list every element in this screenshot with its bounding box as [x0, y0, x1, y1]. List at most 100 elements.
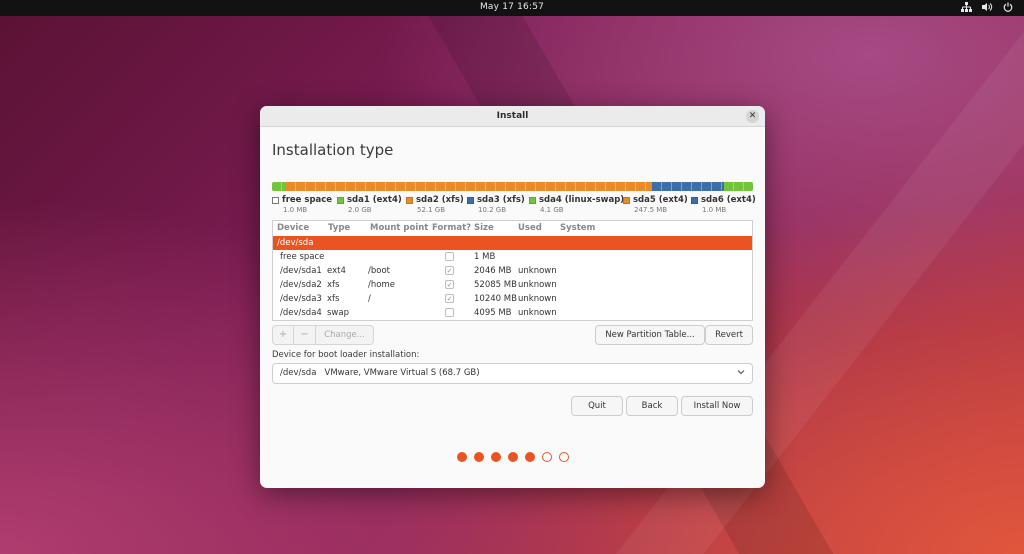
cell-device: /dev/sda1 [280, 266, 322, 276]
network-icon[interactable] [960, 2, 972, 13]
format-checkbox[interactable] [445, 252, 454, 261]
column-header-system[interactable]: System [560, 223, 595, 233]
format-checkbox[interactable]: ✓ [445, 266, 454, 275]
close-icon[interactable]: ✕ [746, 110, 759, 123]
progress-dot [491, 452, 501, 462]
power-icon[interactable] [1002, 2, 1014, 13]
installer-window: Install ✕ Installation type free space 1… [260, 106, 765, 488]
boot-loader-device-select[interactable]: /dev/sda VMware, VMware Virtual S (68.7 … [272, 363, 753, 384]
legend-item-free-space: free space 1.0 MB [272, 195, 333, 214]
cell-mount: /boot [368, 266, 390, 276]
legend-label: sda5 (ext4) [633, 195, 688, 205]
top-bar: May 17 16:57 [0, 0, 1024, 16]
legend-label: free space [282, 195, 333, 205]
progress-indicator [457, 452, 569, 462]
legend-size: 1.0 MB [283, 206, 308, 214]
cell-size: 1 MB [474, 252, 496, 262]
legend-item-sda3: sda3 (xfs) 10.2 GB [467, 195, 525, 214]
column-header-device[interactable]: Device [277, 223, 309, 233]
cell-mount: /home [368, 280, 395, 290]
table-header: Device Type Mount point Format? Size Use… [273, 221, 752, 235]
cell-size: 10240 MB [474, 294, 517, 304]
legend-swatch [467, 196, 474, 204]
table-row[interactable]: /dev/sda2 xfs /home ✓ 52085 MB unknown [273, 278, 752, 292]
chevron-down-icon [737, 364, 745, 383]
legend-swatch [337, 196, 344, 204]
cell-type: xfs [327, 294, 340, 304]
new-partition-table-button[interactable]: New Partition Table... [595, 325, 705, 345]
legend-label: sda6 (ext4) [701, 195, 756, 205]
format-checkbox[interactable]: ✓ [445, 294, 454, 303]
legend-swatch [529, 196, 536, 204]
legend-swatch [623, 196, 630, 204]
legend-label: sda4 (linux-swap) [539, 195, 625, 205]
cell-used: unknown [518, 266, 557, 276]
legend-size: 247.5 MB [634, 206, 668, 214]
legend-item-sda2: sda2 (xfs) 52.1 GB [406, 195, 464, 214]
legend-size: 2.0 GB [348, 206, 372, 214]
partition-segment-sda1 [272, 182, 287, 191]
cell-used: unknown [518, 308, 557, 318]
clock[interactable]: May 17 16:57 [0, 2, 1024, 12]
cell-device: free space [280, 252, 325, 262]
volume-icon[interactable] [981, 2, 993, 13]
format-checkbox[interactable] [445, 308, 454, 317]
legend-size: 10.2 GB [478, 206, 507, 214]
progress-dot [559, 452, 569, 462]
format-checkbox[interactable]: ✓ [445, 280, 454, 289]
cell-used: unknown [518, 280, 557, 290]
legend-label: sda3 (xfs) [477, 195, 525, 205]
table-row[interactable]: /dev/sda4 swap 4095 MB unknown [273, 306, 752, 320]
add-partition-button[interactable]: + [272, 325, 294, 345]
partition-table[interactable]: Device Type Mount point Format? Size Use… [272, 220, 753, 321]
legend-swatch [272, 196, 279, 204]
cell-used: unknown [518, 294, 557, 304]
legend-item-sda5: sda5 (ext4) 247.5 MB [623, 195, 688, 214]
partition-legend: free space 1.0 MB sda1 (ext4) 2.0 GB sda… [272, 195, 762, 217]
partition-segment-sda4 [724, 182, 753, 191]
cell-type: swap [327, 308, 349, 318]
legend-size: 52.1 GB [417, 206, 446, 214]
cell-device: /dev/sda [277, 238, 314, 248]
legend-item-sda6: sda6 (ext4) 1.0 MB [691, 195, 756, 214]
progress-dot [457, 452, 467, 462]
system-tray[interactable] [960, 2, 1014, 13]
revert-button[interactable]: Revert [705, 325, 753, 345]
column-header-type[interactable]: Type [328, 223, 350, 233]
legend-size: 4.1 GB [540, 206, 564, 214]
window-titlebar[interactable]: Install ✕ [260, 106, 765, 127]
table-row[interactable]: free space 1 MB [273, 250, 752, 264]
cell-device: /dev/sda2 [280, 280, 322, 290]
cell-type: xfs [327, 280, 340, 290]
progress-dot [525, 452, 535, 462]
legend-size: 1.0 MB [702, 206, 727, 214]
legend-item-sda1: sda1 (ext4) 2.0 GB [337, 195, 402, 214]
progress-dot [542, 452, 552, 462]
legend-swatch [406, 196, 413, 204]
cell-size: 2046 MB [474, 266, 512, 276]
partition-segment-sda2 [286, 182, 652, 191]
cell-size: 52085 MB [474, 280, 517, 290]
legend-label: sda1 (ext4) [347, 195, 402, 205]
quit-button[interactable]: Quit [571, 396, 623, 416]
legend-label: sda2 (xfs) [416, 195, 464, 205]
column-header-mount-point[interactable]: Mount point [370, 223, 428, 233]
back-button[interactable]: Back [626, 396, 678, 416]
boot-loader-label: Device for boot loader installation: [272, 350, 420, 360]
table-row[interactable]: /dev/sda3 xfs / ✓ 10240 MB unknown [273, 292, 752, 306]
column-header-format[interactable]: Format? [432, 223, 471, 233]
column-header-size[interactable]: Size [474, 223, 494, 233]
column-header-used[interactable]: Used [518, 223, 542, 233]
table-row[interactable]: /dev/sda1 ext4 /boot ✓ 2046 MB unknown [273, 264, 752, 278]
cell-device: /dev/sda3 [280, 294, 322, 304]
cell-mount: / [368, 294, 371, 304]
change-partition-button[interactable]: Change... [316, 325, 374, 345]
progress-dot [474, 452, 484, 462]
install-now-button[interactable]: Install Now [681, 396, 753, 416]
table-row[interactable]: /dev/sda [273, 236, 752, 250]
cell-device: /dev/sda4 [280, 308, 322, 318]
remove-partition-button[interactable]: − [294, 325, 316, 345]
window-title: Install [496, 111, 529, 121]
partition-bar [272, 182, 753, 191]
legend-item-sda4: sda4 (linux-swap) 4.1 GB [529, 195, 625, 214]
